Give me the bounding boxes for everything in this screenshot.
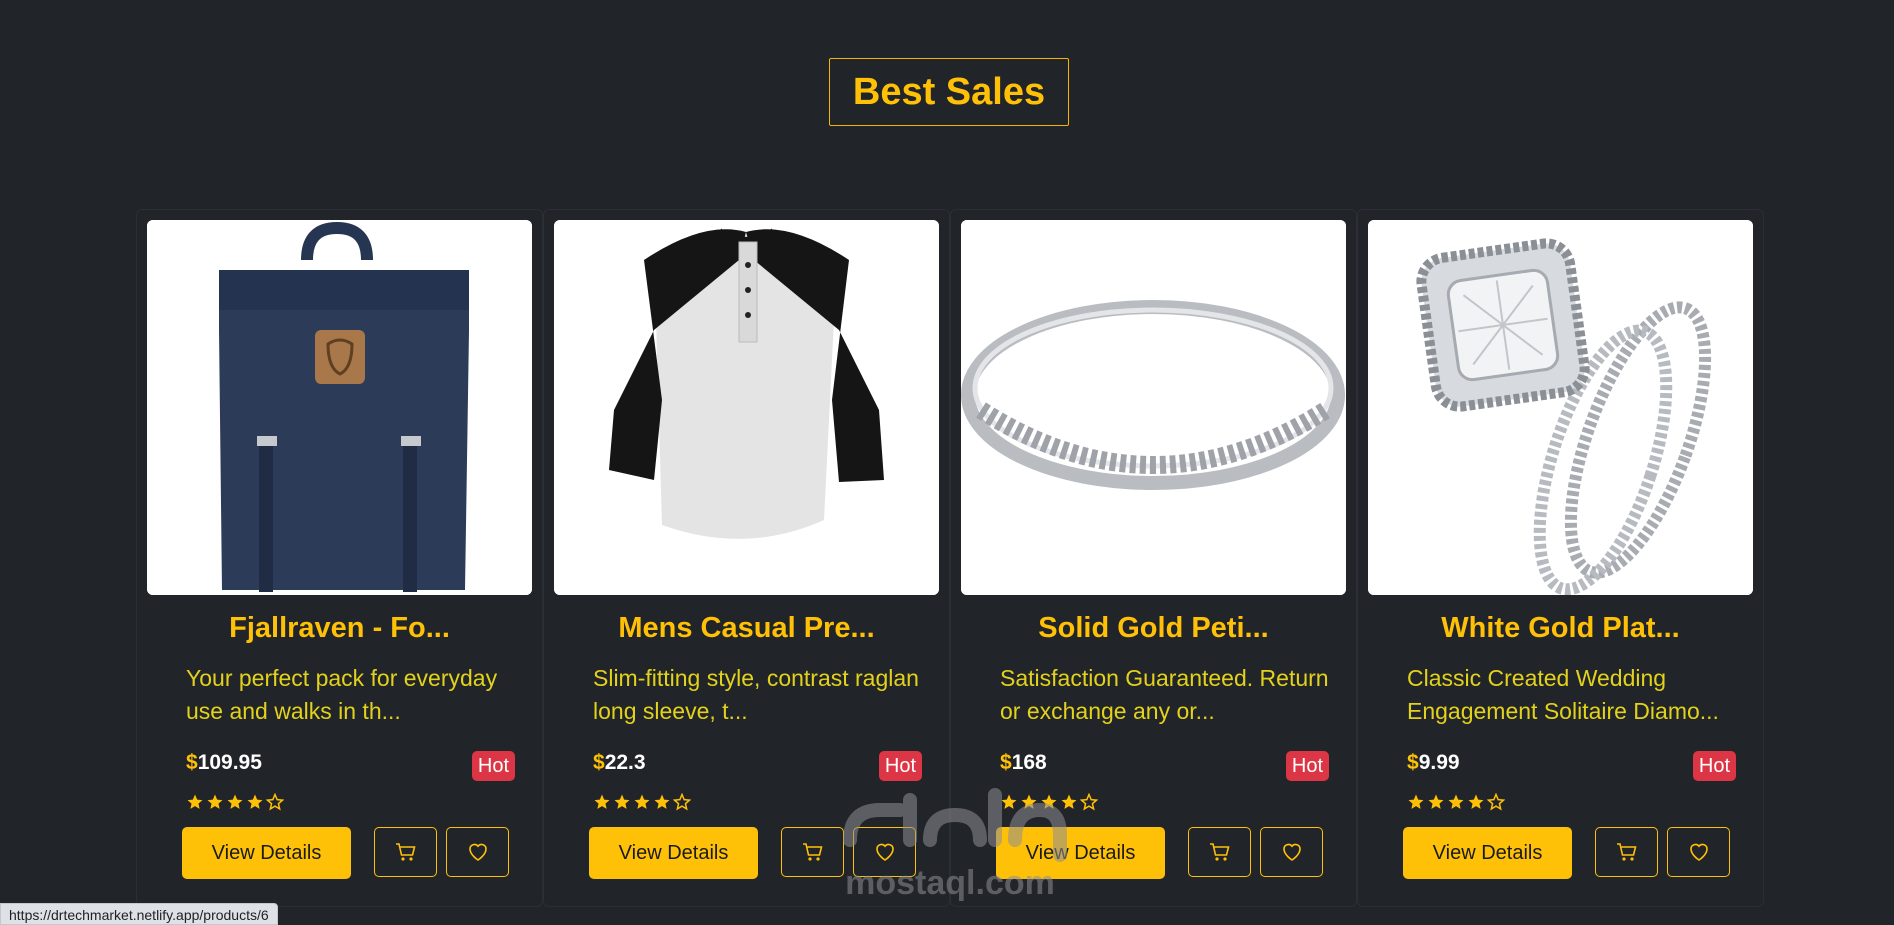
price-value: 9.99 [1418, 751, 1460, 774]
silver-ring-image [961, 220, 1346, 595]
status-bar-url: https://drtechmarket.netlify.app/product… [0, 903, 278, 925]
currency-symbol: $ [1407, 751, 1419, 774]
product-title[interactable]: Fjallraven - Fo... [147, 612, 532, 645]
cart-icon [395, 843, 416, 861]
product-description: Satisfaction Guaranteed. Return or excha… [1000, 665, 1329, 724]
product-description: Slim-fitting style, contrast raglan long… [593, 665, 919, 724]
heart-icon [1282, 843, 1301, 861]
add-to-cart-button[interactable] [374, 827, 437, 877]
cart-icon [1209, 843, 1230, 861]
mostaql-logo [843, 788, 1067, 862]
price-value: 109.95 [197, 751, 262, 774]
currency-symbol: $ [593, 751, 605, 774]
product-description: Classic Created Wedding Engagement Solit… [1407, 665, 1719, 724]
hot-badge: Hot [1285, 751, 1329, 781]
price-value: 168 [1011, 751, 1047, 774]
product-image[interactable] [554, 220, 939, 595]
view-details-button[interactable]: View Details [589, 827, 758, 879]
star-icon [227, 794, 243, 809]
product-image[interactable] [961, 220, 1346, 595]
product-description: Your perfect pack for everyday use and w… [186, 665, 498, 724]
star-icon [1468, 794, 1484, 809]
backpack-image [147, 220, 532, 595]
product-price: $9.99 [1407, 751, 1460, 775]
cart-icon [1616, 843, 1637, 861]
heart-icon [1689, 843, 1708, 861]
mostaql-watermark: mostaql.com [830, 780, 1070, 902]
star-icon [187, 794, 203, 809]
product-image[interactable] [1368, 220, 1753, 595]
product-price: $109.95 [186, 751, 262, 775]
view-details-button[interactable]: View Details [1403, 827, 1572, 879]
hot-badge: Hot [471, 751, 515, 781]
section-title: Best Sales [829, 58, 1069, 126]
star-outline-icon [1487, 793, 1505, 811]
rating-stars [1407, 793, 1505, 811]
add-to-cart-button[interactable] [1595, 827, 1658, 877]
star-icon [654, 794, 670, 809]
add-to-wishlist-button[interactable] [446, 827, 509, 877]
currency-symbol: $ [186, 751, 198, 774]
diamond-ring-set-image [1368, 220, 1753, 595]
star-outline-icon [673, 793, 691, 811]
star-icon [594, 794, 610, 809]
star-icon [1428, 794, 1444, 809]
product-image[interactable] [147, 220, 532, 595]
add-to-wishlist-button[interactable] [1260, 827, 1323, 877]
star-outline-icon [1080, 793, 1098, 811]
hot-badge: Hot [1692, 751, 1736, 781]
rating-stars [186, 793, 284, 811]
heart-icon [468, 843, 487, 861]
product-title[interactable]: Mens Casual Pre... [554, 612, 939, 645]
star-outline-icon [266, 793, 284, 811]
rating-stars [593, 793, 691, 811]
product-title[interactable]: White Gold Plat... [1368, 612, 1753, 645]
product-title[interactable]: Solid Gold Peti... [961, 612, 1346, 645]
star-icon [247, 794, 263, 809]
currency-symbol: $ [1000, 751, 1012, 774]
view-details-button[interactable]: View Details [182, 827, 351, 879]
product-card: White Gold Plat... Classic Created Weddi… [1357, 209, 1764, 907]
star-icon [634, 794, 650, 809]
product-price: $168 [1000, 751, 1047, 775]
watermark-text: mostaql.com [845, 864, 1055, 902]
add-to-wishlist-button[interactable] [1667, 827, 1730, 877]
hot-badge: Hot [878, 751, 922, 781]
cart-icon [802, 843, 823, 861]
price-value: 22.3 [604, 751, 646, 774]
star-icon [1448, 794, 1464, 809]
product-price: $22.3 [593, 751, 646, 775]
raglan-shirt-image [554, 220, 939, 595]
star-icon [614, 794, 630, 809]
star-icon [207, 794, 223, 809]
add-to-cart-button[interactable] [1188, 827, 1251, 877]
page: Best Sales Fjallraven - Fo... Your perfe… [0, 0, 1894, 925]
star-icon [1408, 794, 1424, 809]
product-card: Fjallraven - Fo... Your perfect pack for… [136, 209, 543, 907]
